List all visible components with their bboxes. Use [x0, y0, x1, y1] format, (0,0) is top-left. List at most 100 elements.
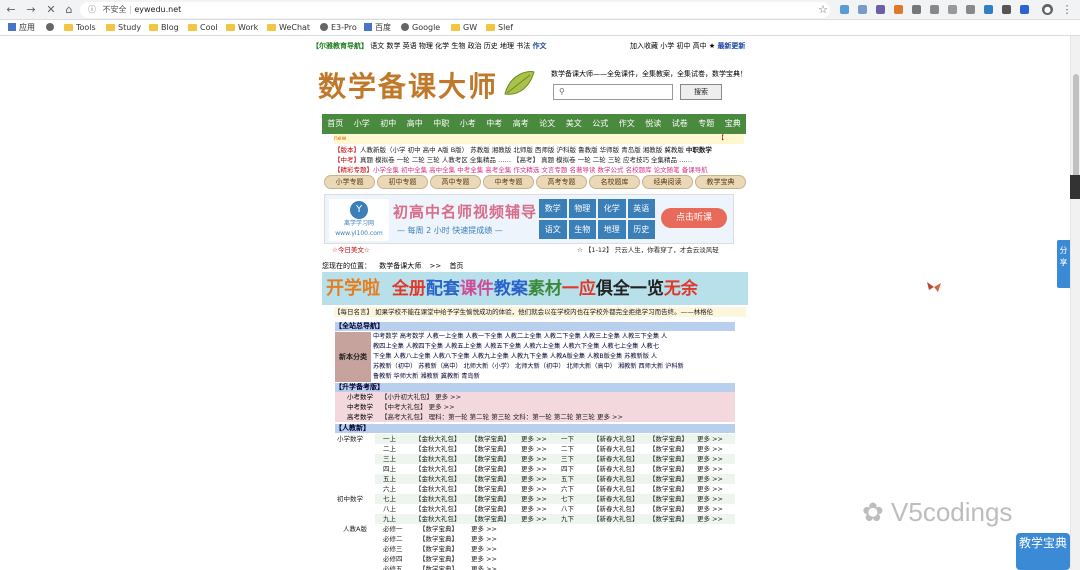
nav-item[interactable]: 作文	[614, 114, 641, 134]
nav-item[interactable]: 首页	[322, 114, 349, 134]
extension-icon[interactable]	[930, 5, 939, 14]
latest-updates-link[interactable]: 最新更新	[717, 42, 745, 50]
bookmark-baidu[interactable]: 百度	[364, 20, 391, 36]
more-link[interactable]: 更多 >>	[521, 454, 547, 464]
more-link[interactable]: 更多 >>	[697, 474, 723, 484]
nav-item[interactable]: 小学	[349, 114, 376, 134]
grade-left[interactable]: 九上	[383, 514, 396, 524]
book-link[interactable]: 【数学宝典】	[471, 514, 510, 524]
info-icon[interactable]: ⓘ	[88, 5, 96, 14]
module-name[interactable]: 必修二	[383, 534, 403, 544]
book-link[interactable]: 【数学宝典】	[471, 474, 510, 484]
ad-banner[interactable]: Y 离学学习网 www.yl100.com 初高中名师视频辅导 — 每周 2 小…	[324, 194, 734, 244]
more-link[interactable]: 更多 >>	[697, 484, 723, 494]
extension-icon[interactable]	[948, 5, 957, 14]
nav-item[interactable]: 小考	[455, 114, 482, 134]
bookmark-study[interactable]: Study	[106, 20, 141, 36]
nav-item[interactable]: 美文	[561, 114, 588, 134]
module-name[interactable]: 必修一	[383, 524, 403, 534]
gift-link[interactable]: 【金秋大礼包】	[415, 494, 461, 504]
extension-icon[interactable]	[966, 5, 975, 14]
bookmark-slef[interactable]: Slef	[486, 20, 513, 36]
bookmark-blog[interactable]: Blog	[149, 20, 179, 36]
forward-icon[interactable]: →	[24, 3, 38, 17]
nav-item[interactable]: 中职	[428, 114, 455, 134]
more-link[interactable]: 更多 >>	[471, 524, 497, 534]
grade-right[interactable]: 二下	[561, 444, 574, 454]
more-link[interactable]: 更多 >>	[521, 504, 547, 514]
topic-pill[interactable]: 经典阅读	[642, 175, 693, 189]
ad-listen-button[interactable]: 点击听课	[661, 208, 727, 228]
more-link[interactable]: 更多 >>	[521, 474, 547, 484]
back-icon[interactable]: ←	[4, 3, 18, 17]
more-link[interactable]: 更多 >>	[697, 494, 723, 504]
book-link[interactable]: 【数学宝典】	[649, 504, 688, 514]
gift-link[interactable]: 【新春大礼包】	[593, 454, 639, 464]
grade-right[interactable]: 六下	[561, 484, 574, 494]
more-link[interactable]: 更多 >>	[697, 434, 723, 444]
book-link[interactable]: 【数学宝典】	[649, 464, 688, 474]
extension-icon[interactable]	[1002, 5, 1011, 14]
grade-right[interactable]: 一下	[561, 434, 574, 444]
menu-icon[interactable]: ⋮	[1060, 3, 1074, 17]
gift-link[interactable]: 【新春大礼包】	[593, 494, 639, 504]
book-link[interactable]: 【数学宝典】	[471, 444, 510, 454]
grade-right[interactable]: 五下	[561, 474, 574, 484]
nav-item[interactable]: 论文	[534, 114, 561, 134]
grade-left[interactable]: 七上	[383, 494, 396, 504]
book-link[interactable]: 【数学宝典】	[649, 444, 688, 454]
bookmark-wechat[interactable]: WeChat	[267, 20, 310, 36]
gift-link[interactable]: 【金秋大礼包】	[415, 464, 461, 474]
ad-subject[interactable]: 生物	[568, 220, 596, 239]
ad-subject[interactable]: 语文	[539, 220, 567, 239]
bookmark-gw[interactable]: GW	[451, 20, 477, 36]
grade-right[interactable]: 九下	[561, 514, 574, 524]
grade-left[interactable]: 三上	[383, 454, 396, 464]
topic-pill[interactable]: 教学宝典	[695, 175, 746, 189]
book-link[interactable]: 【数学宝典】	[419, 554, 458, 564]
gift-link[interactable]: 【金秋大礼包】	[415, 484, 461, 494]
nav-item[interactable]: 中考	[481, 114, 508, 134]
grade-left[interactable]: 六上	[383, 484, 396, 494]
topic-pill[interactable]: 高考专题	[536, 175, 587, 189]
module-name[interactable]: 必修五	[383, 564, 403, 570]
more-link[interactable]: 更多 >>	[521, 514, 547, 524]
book-link[interactable]: 【数学宝典】	[419, 534, 458, 544]
more-link[interactable]: 更多 >>	[697, 514, 723, 524]
close-icon[interactable]: ✕	[44, 3, 58, 17]
extension-icon[interactable]	[858, 5, 867, 14]
gift-link[interactable]: 【金秋大礼包】	[415, 504, 461, 514]
more-link[interactable]: 更多 >>	[471, 564, 497, 570]
ad-subject[interactable]: 历史	[627, 220, 655, 239]
more-link[interactable]: 更多 >>	[471, 534, 497, 544]
gift-link[interactable]: 【金秋大礼包】	[415, 454, 461, 464]
topic-pill[interactable]: 高中专题	[430, 175, 481, 189]
grade-left[interactable]: 四上	[383, 464, 396, 474]
search-button[interactable]: 搜索	[680, 84, 722, 100]
bookmark-google[interactable]: Google	[401, 20, 440, 36]
grade-left[interactable]: 五上	[383, 474, 396, 484]
address-bar[interactable]: ⓘ 不安全 | eywedu.net	[80, 2, 830, 18]
bookmark-tools[interactable]: Tools	[64, 20, 96, 36]
book-link[interactable]: 【数学宝典】	[649, 494, 688, 504]
more-link[interactable]: 更多 >>	[471, 554, 497, 564]
nav-item[interactable]: 宝典	[720, 114, 747, 134]
ad-subject[interactable]: 英语	[627, 199, 655, 218]
nav-item[interactable]: 悦读	[640, 114, 667, 134]
daily-essay-label[interactable]: ☆今日美文☆	[332, 246, 370, 254]
book-link[interactable]: 【数学宝典】	[471, 504, 510, 514]
share-tab[interactable]: 分享	[1057, 240, 1070, 288]
extension-icon[interactable]	[912, 5, 921, 14]
book-link[interactable]: 【数学宝典】	[471, 434, 510, 444]
daily-quote[interactable]: ☆ 【1-12】 只云人生，你看穿了，才会云淡风轻	[577, 245, 719, 255]
more-link[interactable]: 更多 >>	[697, 444, 723, 454]
more-link[interactable]: 更多 >>	[471, 544, 497, 554]
book-link[interactable]: 【数学宝典】	[649, 484, 688, 494]
nav-item[interactable]: 初中	[375, 114, 402, 134]
book-link[interactable]: 【数学宝典】	[471, 464, 510, 474]
star-icon[interactable]: ☆	[816, 3, 830, 17]
gift-link[interactable]: 【新春大礼包】	[593, 434, 639, 444]
book-link[interactable]: 【数学宝典】	[471, 454, 510, 464]
book-link[interactable]: 【数学宝典】	[471, 494, 510, 504]
gift-link[interactable]: 【新春大礼包】	[593, 444, 639, 454]
